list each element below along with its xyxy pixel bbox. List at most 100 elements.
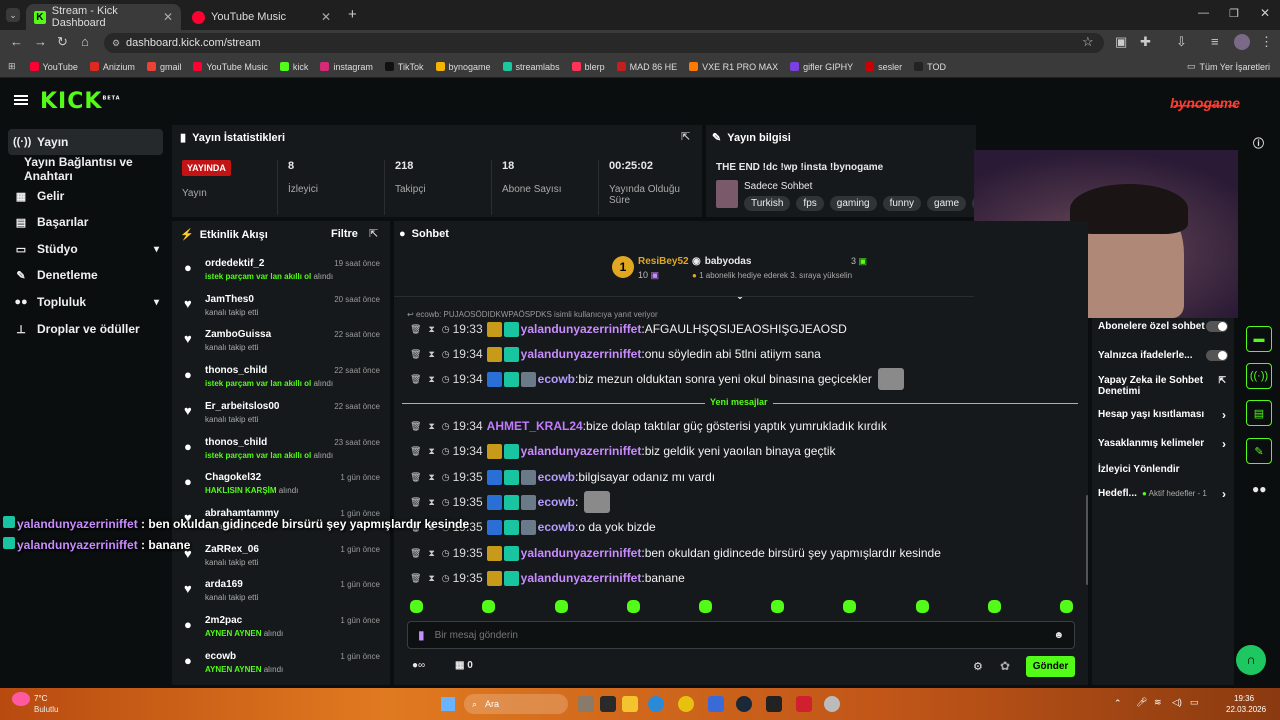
- app-red-icon[interactable]: [796, 696, 812, 712]
- taskbar-search[interactable]: ⌕ Ara: [464, 694, 568, 714]
- puzzle-icon[interactable]: ✚: [1140, 34, 1151, 50]
- tray-chevron-icon[interactable]: ⌃: [1114, 698, 1122, 709]
- chat-toolbar-button[interactable]: ▬: [1246, 326, 1272, 352]
- chat-message[interactable]: 🗑︎ ⧗ ◷ 19:35 yalandunyazerriniffet: banane: [410, 568, 685, 588]
- wifi-tray-icon[interactable]: ≋: [1154, 697, 1162, 708]
- steam-icon[interactable]: [736, 696, 752, 712]
- toggle-switch[interactable]: [1206, 350, 1228, 361]
- community-icon[interactable]: ●●: [1252, 482, 1267, 496]
- setting-item[interactable]: Hesap yaşı kısıtlaması ›: [1098, 408, 1228, 422]
- bookmark-item[interactable]: YouTube: [29, 62, 78, 72]
- sidebar-item-studyo[interactable]: ▭ Stüdyo ▾: [8, 236, 163, 262]
- apps-grid-icon[interactable]: ⊞: [8, 61, 16, 72]
- timeout-icon[interactable]: ⧗: [428, 472, 434, 483]
- close-tab-icon[interactable]: ✕: [163, 10, 173, 24]
- setting-item[interactable]: Yasaklanmış kelimeler ›: [1098, 437, 1228, 451]
- maximize-icon[interactable]: ❐: [1229, 7, 1239, 20]
- bookmark-item[interactable]: streamlabs: [502, 62, 560, 72]
- chat-username[interactable]: ecowb: [538, 372, 575, 386]
- sidebar-item-yayin[interactable]: ((·)) Yayın: [8, 129, 163, 155]
- close-window-icon[interactable]: ✕: [1260, 6, 1270, 20]
- sidebar-item-basarilar[interactable]: ▤ Başarılar: [8, 209, 163, 235]
- reload-icon[interactable]: ↻: [57, 34, 68, 50]
- chat-input[interactable]: ▮ ☻: [407, 621, 1075, 649]
- activity-username[interactable]: thonos_child: [205, 365, 267, 376]
- activity-username[interactable]: ZamboGuissa: [205, 329, 271, 340]
- extension-icon[interactable]: ▣: [1115, 34, 1127, 50]
- bookmark-item[interactable]: TOD: [914, 62, 946, 72]
- chat-message[interactable]: 🗑︎ ⧗ ◷ 19:34 yalandunyazerriniffet: onu söyl…: [410, 344, 821, 364]
- chat-message[interactable]: 🗑︎ ⧗ ◷ 19:34 ecowb: biz mezun olduktan sonra…: [410, 368, 904, 390]
- sidebar-item-droplar[interactable]: ⊥ Droplar ve ödüller: [8, 316, 163, 342]
- mic-icon[interactable]: ▮: [418, 628, 425, 642]
- chat-message[interactable]: 🗑︎ ⧗ ◷ 19:34 yalandunyazerriniffet: biz geld…: [410, 441, 835, 461]
- top-gifter-2[interactable]: ◉ babyodas: [692, 256, 751, 267]
- bookmark-item[interactable]: Anizium: [89, 62, 135, 72]
- chat-message[interactable]: 🗑︎ ⧗ ◷ 19:35 ecowb:: [410, 491, 611, 513]
- kick-emote-icon[interactable]: [555, 600, 568, 613]
- delete-icon[interactable]: 🗑︎: [410, 573, 421, 584]
- setting-item[interactable]: Abonelere özel sohbet: [1098, 321, 1228, 332]
- minimize-icon[interactable]: —: [1198, 7, 1209, 19]
- home-icon[interactable]: ⌂: [81, 34, 89, 49]
- chat-username[interactable]: yalandunyazerriniffet: [521, 546, 642, 560]
- activity-username[interactable]: ecowb: [205, 651, 236, 662]
- tag-pill[interactable]: Turkish: [744, 196, 791, 211]
- media-icon[interactable]: ≡: [1211, 34, 1219, 49]
- chat-text-field[interactable]: [434, 629, 995, 641]
- kick-emote-icon[interactable]: [1060, 600, 1073, 613]
- timeout-icon[interactable]: ⧗: [428, 573, 434, 584]
- profile-avatar[interactable]: [1234, 34, 1250, 50]
- activity-username[interactable]: Er_arbeitslos00: [205, 401, 280, 412]
- timeout-icon[interactable]: ⧗: [428, 324, 434, 335]
- chat-username[interactable]: yalandunyazerriniffet: [521, 571, 642, 585]
- close-tab-icon[interactable]: ✕: [321, 10, 331, 24]
- battery-tray-icon[interactable]: ▭: [1190, 697, 1199, 708]
- tag-pill[interactable]: game: [927, 196, 967, 211]
- windows-start-icon[interactable]: [441, 697, 455, 711]
- chat-message[interactable]: 🗑︎ ⧗ ◷ 19:34 AHMET_KRAL24: bize dolap taktıl…: [410, 416, 887, 436]
- downloads-icon[interactable]: ⇩: [1176, 34, 1187, 50]
- epic-games-icon[interactable]: [766, 696, 782, 712]
- activity-username[interactable]: arda169: [205, 579, 243, 590]
- bookmark-item[interactable]: VXE R1 PRO MAX: [689, 62, 778, 72]
- activity-username[interactable]: ordedektif_2: [205, 258, 264, 269]
- chat-settings-icon[interactable]: ⚙: [973, 660, 983, 673]
- activity-username[interactable]: Chagokel32: [205, 472, 261, 483]
- sidebar-item-topluluk[interactable]: ●● Topluluk ▾: [8, 289, 163, 315]
- obs-icon[interactable]: [824, 696, 840, 712]
- bookmark-item[interactable]: gifler GIPHY: [790, 62, 853, 72]
- bookmark-star-icon[interactable]: ☆: [1082, 34, 1094, 50]
- chat-username[interactable]: yalandunyazerriniffet: [521, 444, 642, 458]
- delete-icon[interactable]: 🗑︎: [410, 324, 421, 335]
- filter-button[interactable]: Filtre: [331, 228, 358, 240]
- setting-item[interactable]: Yapay Zeka ile Sohbet Denetimi ⇱: [1098, 375, 1228, 397]
- delete-icon[interactable]: 🗑︎: [410, 421, 421, 432]
- kick-emote-icon[interactable]: [482, 600, 495, 613]
- bookmark-item[interactable]: YouTube Music: [193, 62, 268, 72]
- activity-username[interactable]: JamThes0: [205, 294, 254, 305]
- timeout-icon[interactable]: ⧗: [428, 374, 434, 385]
- kick-logo[interactable]: KICKBETA: [40, 89, 121, 114]
- tag-pill[interactable]: gaming: [829, 196, 877, 211]
- setting-item[interactable]: Hedefl... › ● Aktif hedefler - 1: [1098, 487, 1228, 501]
- mic-tray-icon[interactable]: 🎤︎: [1136, 697, 1147, 708]
- delete-icon[interactable]: 🗑︎: [410, 446, 421, 457]
- gift-sub-icon[interactable]: ✿: [1000, 659, 1010, 673]
- bookmark-item[interactable]: TikTok: [384, 62, 424, 72]
- delete-icon[interactable]: 🗑︎: [410, 349, 421, 360]
- new-tab-icon[interactable]: +: [348, 6, 357, 23]
- back-icon[interactable]: ←: [10, 34, 23, 49]
- all-bookmarks-folder[interactable]: ▭ Tüm Yer İşaretleri: [1187, 61, 1270, 72]
- clock-date[interactable]: 22.03.2026: [1226, 705, 1266, 714]
- channel-points-icon[interactable]: ●∞: [412, 660, 425, 671]
- tab-search-icon[interactable]: ⌄: [6, 8, 20, 22]
- clock-time[interactable]: 19:36: [1234, 694, 1254, 703]
- bookmark-item[interactable]: instagram: [320, 62, 373, 72]
- bookmark-item[interactable]: blerp: [571, 62, 605, 72]
- mod-toolbar-button[interactable]: ✎: [1246, 438, 1272, 464]
- chrome-icon[interactable]: [678, 696, 694, 712]
- volume-tray-icon[interactable]: ◁): [1172, 697, 1182, 708]
- setting-item[interactable]: İzleyici Yönlendir: [1098, 464, 1228, 475]
- taskview-icon[interactable]: [600, 696, 616, 712]
